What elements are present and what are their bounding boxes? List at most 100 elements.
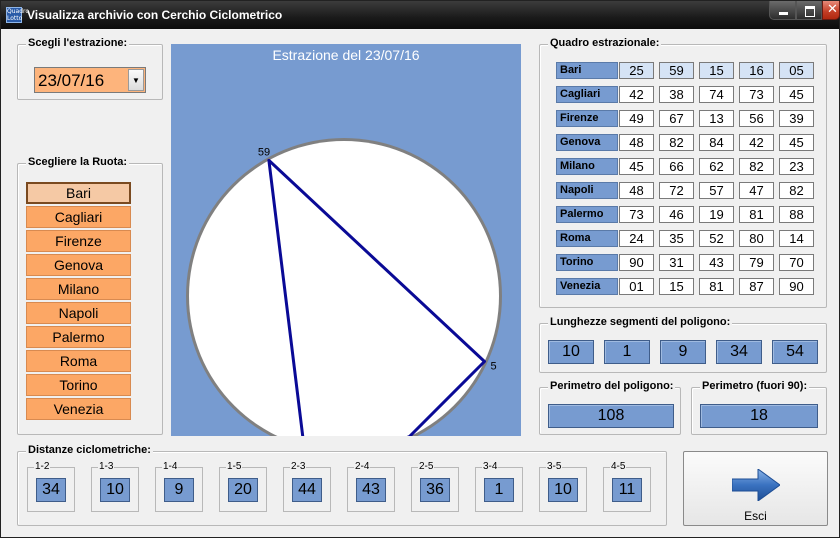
quadro-cell: 84	[699, 134, 734, 151]
ruota-button-bari[interactable]: Bari	[26, 182, 131, 204]
distanza-group: 3-4 1	[475, 461, 523, 512]
quadro-cell: 57	[699, 182, 734, 199]
ruota-button-milano[interactable]: Milano	[26, 278, 131, 300]
ruota-row-label: Cagliari	[556, 86, 618, 103]
ruota-row-label: Bari	[556, 62, 618, 79]
close-icon: ✕	[827, 2, 838, 17]
distanza-value: 20	[228, 478, 258, 502]
quadro-cell: 81	[739, 206, 774, 223]
distanza-pair-label: 1-5	[226, 461, 243, 472]
distanza-value: 44	[292, 478, 322, 502]
distanza-pair-label: 1-3	[98, 461, 115, 472]
quadro-cell: 88	[779, 206, 814, 223]
ruota-button-napoli[interactable]: Napoli	[26, 302, 131, 324]
quadro-cell: 05	[779, 62, 814, 79]
ruota-row-label: Torino	[556, 254, 618, 271]
perimetro-group: Perimetro del poligono: 108	[539, 380, 681, 435]
quadro-cell: 16	[739, 62, 774, 79]
lunghezze-label: Lunghezze segmenti del poligono:	[548, 316, 733, 328]
ruota-row-label: Napoli	[556, 182, 618, 199]
quadro-cell: 56	[739, 110, 774, 127]
ruota-button-palermo[interactable]: Palermo	[26, 326, 131, 348]
distanza-value: 36	[420, 478, 450, 502]
quadro-cell: 81	[699, 278, 734, 295]
lunghezza-value: 1	[604, 340, 650, 364]
ruota-button-torino[interactable]: Torino	[26, 374, 131, 396]
distanza-group: 3-5 10	[539, 461, 587, 512]
distanza-value: 34	[36, 478, 66, 502]
arrow-right-icon	[732, 469, 780, 501]
quadro-cell: 46	[659, 206, 694, 223]
estrazione-select[interactable]: 23/07/16 ▼	[34, 67, 146, 93]
quadro-cell: 45	[619, 158, 654, 175]
quadro-group: Quadro estrazionale: Bari 25 59 15 16 05 Cagli…	[539, 37, 827, 308]
close-button[interactable]: ✕	[822, 1, 840, 20]
distanza-group: 1-2 34	[27, 461, 75, 512]
quadro-cell: 47	[739, 182, 774, 199]
estrazione-select-value: 23/07/16	[38, 71, 105, 90]
quadro-cell: 90	[619, 254, 654, 271]
distanza-pair-label: 1-4	[162, 461, 179, 472]
ruota-group: Scegliere la Ruota: Bari Cagliari Firenze G…	[17, 156, 163, 435]
perimetro-fuori-value: 18	[700, 404, 818, 428]
perimetro-label: Perimetro del poligono:	[548, 380, 676, 392]
chevron-down-icon[interactable]: ▼	[128, 69, 144, 91]
distanza-value: 1	[484, 478, 514, 502]
quadro-cell: 35	[659, 230, 694, 247]
estrazione-label: Scegli l'estrazione:	[26, 37, 130, 49]
app-icon[interactable]: Quadro Lotto	[6, 7, 29, 23]
lunghezza-value: 34	[716, 340, 762, 364]
ciclometric-circle: 595151625	[186, 138, 502, 436]
maximize-button[interactable]	[796, 1, 822, 20]
distanza-pair-label: 3-5	[546, 461, 563, 472]
distanze-label: Distanze ciclometriche:	[26, 444, 153, 456]
window-title: Visualizza archivio con Cerchio Ciclomet…	[27, 8, 283, 22]
quadro-cell: 23	[779, 158, 814, 175]
quadro-cell: 74	[699, 86, 734, 103]
distanza-group: 2-3 44	[283, 461, 331, 512]
quadro-cell: 19	[699, 206, 734, 223]
title-bar[interactable]: Quadro Lotto Visualizza archivio con Cer…	[1, 1, 840, 29]
quadro-cell: 87	[739, 278, 774, 295]
ruota-row-label: Venezia	[556, 278, 618, 295]
esci-button[interactable]: Esci	[683, 451, 828, 526]
vertex-label-59: 59	[258, 147, 270, 159]
lunghezza-value: 10	[548, 340, 594, 364]
minimize-button[interactable]	[769, 1, 796, 20]
ruota-button-firenze[interactable]: Firenze	[26, 230, 131, 252]
quadro-cell: 39	[779, 110, 814, 127]
distanza-value: 9	[164, 478, 194, 502]
quadro-cell: 48	[619, 134, 654, 151]
quadro-cell: 82	[779, 182, 814, 199]
ruota-button-venezia[interactable]: Venezia	[26, 398, 131, 420]
distanza-group: 1-5 20	[219, 461, 267, 512]
quadro-cell: 38	[659, 86, 694, 103]
quadro-cell: 59	[659, 62, 694, 79]
quadro-cell: 49	[619, 110, 654, 127]
quadro-cell: 90	[779, 278, 814, 295]
quadro-cell: 66	[659, 158, 694, 175]
quadro-cell: 42	[739, 134, 774, 151]
distanza-value: 43	[356, 478, 386, 502]
distanza-pair-label: 4-5	[610, 461, 627, 472]
quadro-cell: 31	[659, 254, 694, 271]
quadro-cell: 01	[619, 278, 654, 295]
ruota-button-genova[interactable]: Genova	[26, 254, 131, 276]
distanza-value: 10	[100, 478, 130, 502]
quadro-cell: 45	[779, 86, 814, 103]
distanza-pair-label: 2-3	[290, 461, 307, 472]
ruota-row-label: Firenze	[556, 110, 618, 127]
app-window: Quadro Lotto Visualizza archivio con Cer…	[0, 0, 840, 538]
quadro-cell: 15	[659, 278, 694, 295]
quadro-cell: 42	[619, 86, 654, 103]
cerchio-title: Estrazione del 23/07/16	[272, 47, 420, 63]
ruota-button-roma[interactable]: Roma	[26, 350, 131, 372]
quadro-cell: 73	[739, 86, 774, 103]
lunghezze-group: Lunghezze segmenti del poligono: 10 1 9 34 5…	[539, 316, 827, 373]
quadro-cell: 70	[779, 254, 814, 271]
quadro-cell: 52	[699, 230, 734, 247]
distanza-value: 11	[612, 478, 642, 502]
ruota-button-cagliari[interactable]: Cagliari	[26, 206, 131, 228]
esci-label: Esci	[744, 509, 767, 523]
quadro-cell: 82	[739, 158, 774, 175]
